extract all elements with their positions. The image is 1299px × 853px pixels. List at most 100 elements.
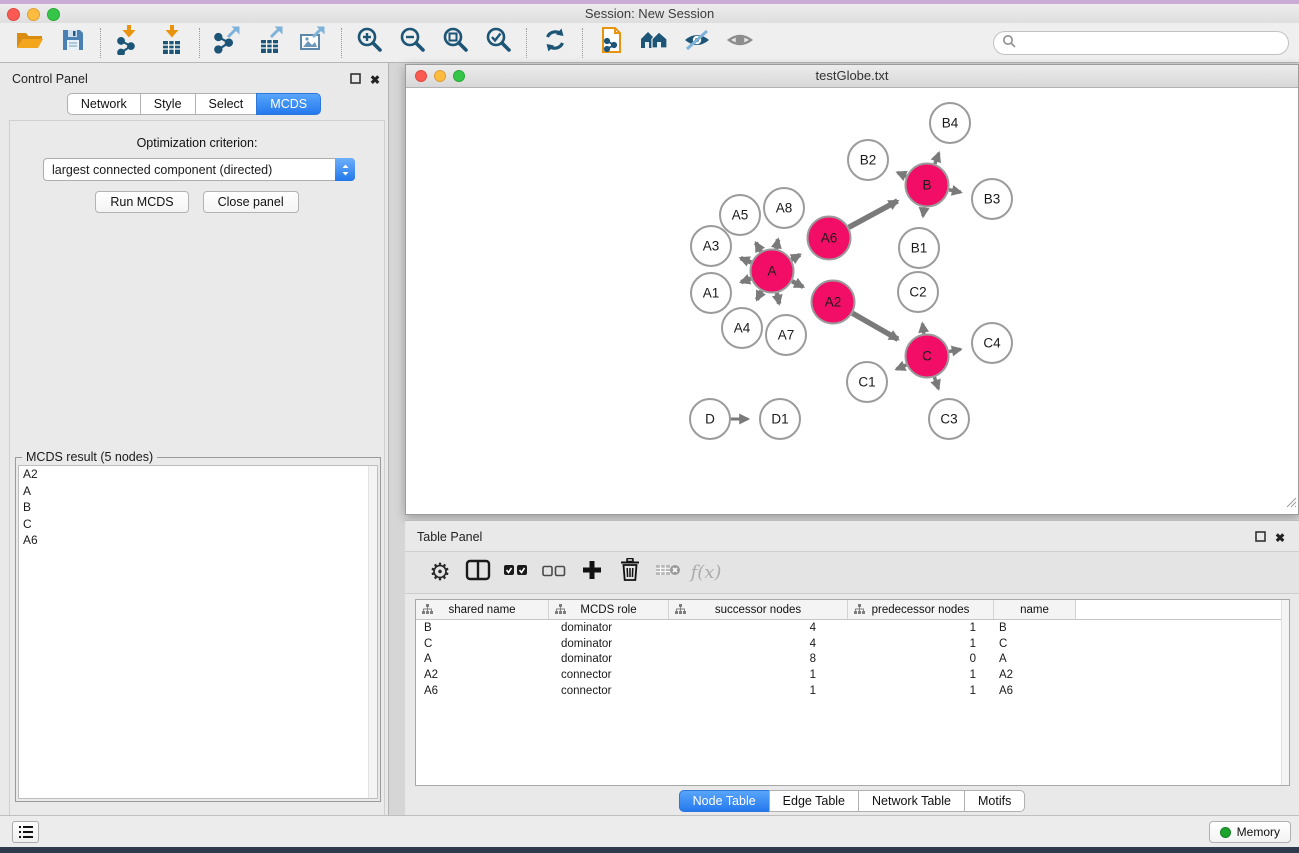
cell-MCDS-role[interactable]: connector (549, 669, 669, 681)
zoom-in-button[interactable] (348, 25, 391, 61)
table-row-A2[interactable]: A2connector11A2 (416, 667, 1289, 683)
cell-name[interactable]: B (994, 622, 1076, 634)
graph-edge-B-B1[interactable] (923, 207, 924, 216)
zoom-selected-button[interactable] (477, 25, 520, 61)
graph-edge-A2-C[interactable] (853, 313, 898, 339)
run-mcds-button[interactable]: Run MCDS (95, 191, 188, 213)
graph-edge-A-A5[interactable] (756, 243, 761, 252)
tab-motifs[interactable]: Motifs (964, 790, 1025, 812)
table-row-C[interactable]: Cdominator41C (416, 636, 1289, 652)
cell-successor-nodes[interactable]: 4 (669, 622, 848, 634)
table-row-A6[interactable]: A6connector11A6 (416, 683, 1289, 699)
cell-MCDS-role[interactable]: connector (549, 685, 669, 697)
tab-network-table[interactable]: Network Table (858, 790, 965, 812)
tab-edge-table[interactable]: Edge Table (769, 790, 859, 812)
cell-predecessor-nodes[interactable]: 1 (848, 638, 994, 650)
cell-shared-name[interactable]: A6 (416, 685, 549, 697)
graph-edge-C-C2[interactable] (922, 324, 923, 334)
result-list-scrollbar[interactable] (368, 466, 377, 798)
window-resize-grip[interactable] (1284, 495, 1297, 513)
graph-edge-A-A1[interactable] (741, 279, 751, 283)
network-canvas[interactable]: B4B2BB3B1A5A8A6A3AA1A2C2A4A7CC4C1C3DD1 (406, 88, 1298, 514)
graph-edge-B-B3[interactable] (949, 190, 961, 193)
hide-selected-button[interactable] (675, 25, 718, 61)
graph-edge-A6-B[interactable] (849, 201, 898, 227)
show-all-button[interactable] (718, 25, 761, 61)
deselect-all-button[interactable] (535, 555, 573, 591)
network-from-selection-button[interactable] (589, 25, 632, 61)
result-item-B[interactable]: B (19, 499, 377, 516)
cell-predecessor-nodes[interactable]: 1 (848, 622, 994, 634)
cell-MCDS-role[interactable]: dominator (549, 622, 669, 634)
tab-select[interactable]: Select (195, 93, 258, 115)
table-row-A[interactable]: Adominator80A (416, 652, 1289, 668)
import-table-button[interactable] (150, 25, 193, 61)
graph-edge-A-A2[interactable] (792, 281, 803, 287)
column-header-MCDS-role[interactable]: MCDS role (549, 600, 669, 619)
cell-name[interactable]: A6 (994, 685, 1076, 697)
optimization-criterion-dropdown[interactable]: largest connected component (directed) (43, 158, 355, 181)
delete-columns-button[interactable] (611, 555, 649, 591)
close-panel-icon[interactable]: ✖ (370, 75, 380, 86)
tab-mcds[interactable]: MCDS (256, 93, 321, 115)
column-header-predecessor-nodes[interactable]: predecessor nodes (848, 600, 994, 619)
result-item-C[interactable]: C (19, 516, 377, 533)
column-header-name[interactable]: name (994, 600, 1076, 619)
add-column-button[interactable] (573, 555, 611, 591)
first-neighbors-button[interactable] (632, 25, 675, 61)
graph-edge-A-A6[interactable] (791, 255, 800, 260)
network-zoom-button[interactable] (453, 70, 465, 82)
float-table-panel-icon[interactable] (1255, 529, 1266, 547)
close-panel-button[interactable]: Close panel (203, 191, 299, 213)
network-close-button[interactable] (415, 70, 427, 82)
column-header-successor-nodes[interactable]: successor nodes (669, 600, 848, 619)
graph-edge-C-C4[interactable] (949, 349, 961, 351)
table-scrollbar[interactable] (1281, 600, 1289, 785)
cell-predecessor-nodes[interactable]: 0 (848, 653, 994, 665)
graph-edge-C-C1[interactable] (896, 365, 906, 369)
tab-network[interactable]: Network (67, 93, 141, 115)
cell-successor-nodes[interactable]: 8 (669, 653, 848, 665)
float-panel-icon[interactable] (350, 71, 361, 89)
cell-MCDS-role[interactable]: dominator (549, 653, 669, 665)
graph-edge-A-A3[interactable] (741, 258, 752, 262)
graph-edge-A-A8[interactable] (776, 239, 778, 248)
cell-shared-name[interactable]: B (416, 622, 549, 634)
cell-shared-name[interactable]: C (416, 638, 549, 650)
close-table-panel-icon[interactable]: ✖ (1275, 533, 1285, 544)
cell-successor-nodes[interactable]: 1 (669, 669, 848, 681)
zoom-fit-button[interactable] (434, 25, 477, 61)
select-all-button[interactable] (497, 555, 535, 591)
result-item-A2[interactable]: A2 (19, 466, 377, 483)
search-field[interactable] (993, 31, 1289, 55)
table-row-B[interactable]: Bdominator41B (416, 620, 1289, 636)
cell-predecessor-nodes[interactable]: 1 (848, 685, 994, 697)
search-input[interactable] (1021, 35, 1280, 51)
import-network-button[interactable] (107, 25, 150, 61)
network-window-titlebar[interactable]: testGlobe.txt (406, 65, 1298, 88)
apply-layout-button[interactable] (533, 25, 576, 61)
task-history-button[interactable] (12, 821, 39, 843)
show-columns-button[interactable] (459, 555, 497, 591)
tab-style[interactable]: Style (140, 93, 196, 115)
graph-edge-A-A4[interactable] (757, 291, 762, 300)
graph-edge-B-B4[interactable] (935, 153, 939, 164)
cell-name[interactable]: A (994, 653, 1076, 665)
column-header-shared-name[interactable]: shared name (416, 600, 549, 619)
graph-edge-B-B2[interactable] (897, 172, 906, 176)
cell-predecessor-nodes[interactable]: 1 (848, 669, 994, 681)
memory-button[interactable]: Memory (1209, 821, 1291, 843)
tab-node-table[interactable]: Node Table (679, 790, 770, 812)
cell-name[interactable]: C (994, 638, 1076, 650)
zoom-out-button[interactable] (391, 25, 434, 61)
result-item-A6[interactable]: A6 (19, 532, 377, 549)
export-network-button[interactable] (206, 25, 249, 61)
export-table-button[interactable] (249, 25, 292, 61)
graph-edge-A-A7[interactable] (777, 293, 779, 304)
open-session-button[interactable] (8, 25, 51, 61)
cell-successor-nodes[interactable]: 1 (669, 685, 848, 697)
save-session-button[interactable] (51, 25, 94, 61)
cell-name[interactable]: A2 (994, 669, 1076, 681)
cell-shared-name[interactable]: A2 (416, 669, 549, 681)
cell-shared-name[interactable]: A (416, 653, 549, 665)
